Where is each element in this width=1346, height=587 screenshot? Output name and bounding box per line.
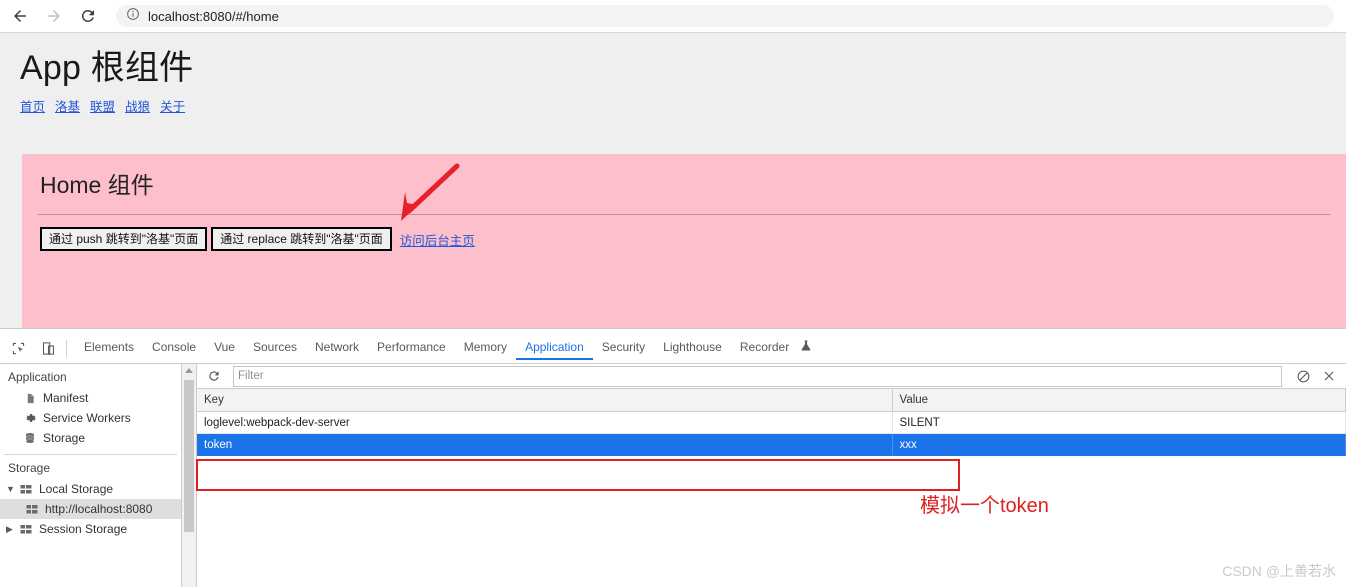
database-icon	[22, 432, 38, 444]
chevron-down-icon[interactable]: ▼	[6, 484, 18, 494]
gear-icon	[22, 412, 38, 424]
annotation-note: 模拟一个token	[920, 495, 1049, 517]
tab-security[interactable]: Security	[593, 337, 654, 360]
inspect-element-icon[interactable]	[6, 336, 30, 360]
devtools-body: Application Manifest Service Workers Sto…	[0, 364, 1346, 587]
tab-application[interactable]: Application	[516, 337, 593, 360]
sidebar-item-localhost-origin[interactable]: http://localhost:8080	[0, 499, 181, 519]
sidebar-section-storage: Storage	[8, 461, 51, 475]
devtools-tabbar: Elements Console Vue Sources Network Per…	[0, 329, 1346, 364]
sidebar-item-storage[interactable]: Storage	[0, 428, 181, 448]
table-header-row: Key Value	[197, 389, 1346, 412]
info-circle-icon[interactable]	[126, 7, 140, 26]
storage-grid-icon	[18, 484, 34, 495]
divider	[38, 214, 1330, 215]
filter-input[interactable]	[233, 365, 1282, 387]
nav-link-alliance[interactable]: 联盟	[90, 100, 115, 114]
sidebar-item-label: Service Workers	[43, 411, 131, 425]
screenshot-root: localhost:8080/#/home App 根组件 首页 洛基 联盟 战狼 关于…	[0, 0, 1346, 587]
sidebar-item-label: Session Storage	[39, 522, 128, 536]
storage-grid-icon	[24, 504, 40, 515]
column-header-key[interactable]: Key	[197, 389, 893, 412]
sidebar-scrollbar[interactable]	[182, 364, 197, 587]
sidebar-item-label: Manifest	[43, 391, 89, 405]
back-icon[interactable]	[6, 2, 34, 30]
forward-icon[interactable]	[40, 2, 68, 30]
home-panel: Home 组件 通过 push 跳转到"洛基"页面 通过 replace 跳转到…	[22, 154, 1346, 328]
table-row[interactable]: token xxx	[197, 433, 1346, 456]
replace-to-loki-button[interactable]: 通过 replace 跳转到"洛基"页面	[211, 227, 392, 252]
sidebar-section-application: Application	[8, 370, 67, 384]
push-to-loki-button[interactable]: 通过 push 跳转到"洛基"页面	[40, 227, 208, 252]
nav-link-home[interactable]: 首页	[20, 100, 45, 114]
chevron-right-icon[interactable]: ▶	[6, 524, 18, 535]
device-toolbar-icon[interactable]	[36, 336, 60, 360]
sidebar-item-label: http://localhost:8080	[45, 502, 153, 516]
nav-link-wolf[interactable]: 战狼	[125, 100, 150, 114]
scroll-up-icon[interactable]	[185, 368, 193, 373]
devtools-panel: Elements Console Vue Sources Network Per…	[0, 328, 1346, 587]
devtools-sidebar: Application Manifest Service Workers Sto…	[0, 364, 182, 587]
page-title: App 根组件	[20, 49, 194, 87]
document-icon	[22, 392, 38, 405]
cell-key[interactable]: token	[197, 433, 893, 456]
clear-circle-slash-icon[interactable]	[1290, 366, 1316, 386]
page-viewport: App 根组件 首页 洛基 联盟 战狼 关于 Home 组件 通过 push 跳转到"洛…	[0, 33, 1346, 328]
tab-console[interactable]: Console	[143, 337, 205, 360]
column-header-value[interactable]: Value	[892, 389, 1346, 412]
nav-link-about[interactable]: 关于	[160, 100, 185, 114]
refresh-icon[interactable]	[201, 366, 227, 386]
url-text: localhost:8080/#/home	[148, 8, 279, 24]
sidebar-item-label: Local Storage	[39, 482, 114, 496]
red-arrow-annotation	[401, 163, 460, 221]
close-x-icon[interactable]	[1316, 366, 1342, 386]
tab-lighthouse[interactable]: Lighthouse	[654, 337, 731, 360]
sidebar-item-session-storage[interactable]: ▶ Session Storage	[0, 519, 181, 539]
storage-table: Key Value loglevel:webpack-dev-server SI…	[197, 389, 1346, 456]
cell-value[interactable]: SILENT	[892, 411, 1346, 434]
table-row[interactable]: loglevel:webpack-dev-server SILENT	[197, 411, 1346, 434]
sidebar-item-manifest[interactable]: Manifest	[0, 388, 181, 408]
tab-network[interactable]: Network	[306, 337, 368, 360]
visit-admin-home-link[interactable]: 访问后台主页	[400, 230, 475, 249]
storage-toolbar	[197, 364, 1346, 389]
sidebar-item-label: Storage	[43, 431, 86, 445]
beaker-icon	[800, 339, 812, 357]
tab-vue[interactable]: Vue	[205, 337, 244, 360]
sidebar-item-local-storage[interactable]: ▼ Local Storage	[0, 479, 181, 499]
tab-elements[interactable]: Elements	[75, 337, 143, 360]
watermark: CSDN @上善若水	[1222, 563, 1336, 579]
storage-grid-icon	[18, 524, 34, 535]
storage-table-panel: Key Value loglevel:webpack-dev-server SI…	[197, 364, 1346, 587]
tab-sources[interactable]: Sources	[244, 337, 306, 360]
address-bar[interactable]: localhost:8080/#/home	[116, 5, 1334, 27]
home-panel-title: Home 组件	[40, 172, 154, 198]
tab-recorder[interactable]: Recorder	[731, 337, 798, 360]
home-button-row: 通过 push 跳转到"洛基"页面 通过 replace 跳转到"洛基"页面 访…	[40, 227, 1346, 252]
toolbar-separator	[66, 339, 67, 357]
browser-toolbar: localhost:8080/#/home	[0, 0, 1346, 33]
cell-value[interactable]: xxx	[892, 433, 1346, 456]
tab-memory[interactable]: Memory	[455, 337, 516, 360]
tab-performance[interactable]: Performance	[368, 337, 455, 360]
sidebar-item-service-workers[interactable]: Service Workers	[0, 408, 181, 428]
nav-link-loki[interactable]: 洛基	[55, 100, 80, 114]
reload-icon[interactable]	[74, 2, 102, 30]
scrollbar-thumb[interactable]	[184, 380, 194, 532]
cell-key[interactable]: loglevel:webpack-dev-server	[197, 411, 893, 434]
nav-links: 首页 洛基 联盟 战狼 关于	[20, 96, 1346, 115]
